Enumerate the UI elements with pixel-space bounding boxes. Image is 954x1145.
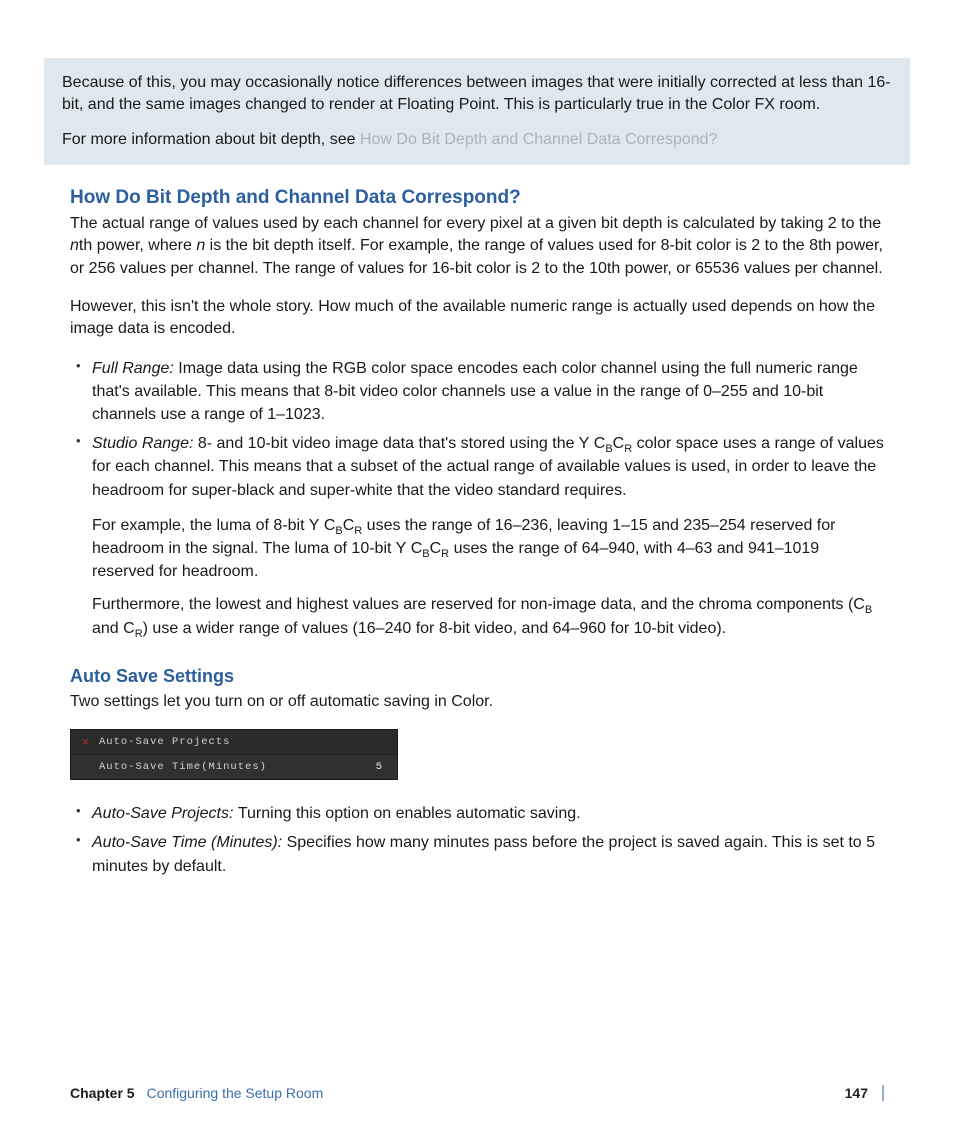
term-auto-save-projects: Auto-Save Projects: [92, 805, 238, 822]
auto-save-list: Auto-Save Projects: Turning this option … [70, 802, 884, 878]
term-auto-save-time: Auto-Save Time (Minutes): [92, 834, 287, 851]
list-item: Studio Range: 8- and 10-bit video image … [70, 432, 884, 502]
auto-save-projects-row[interactable]: ✕ Auto-Save Projects [71, 730, 397, 755]
callout-paragraph-2: For more information about bit depth, se… [62, 115, 892, 151]
body-paragraph: The actual range of values used by each … [70, 213, 884, 280]
page-content: Because of this, you may occasionally no… [0, 0, 954, 1145]
body-paragraph: However, this isn't the whole story. How… [70, 296, 884, 341]
chapter-label: Chapter 5 [70, 1085, 135, 1101]
auto-save-time-label: Auto-Save Time(Minutes) [99, 761, 343, 773]
list-item: Auto-Save Time (Minutes): Specifies how … [70, 831, 884, 877]
info-callout: Because of this, you may occasionally no… [44, 58, 910, 165]
body-paragraph: Two settings let you turn on or off auto… [70, 691, 884, 713]
auto-save-settings-panel: ✕ Auto-Save Projects Auto-Save Time(Minu… [70, 729, 398, 780]
callout-link[interactable]: How Do Bit Depth and Channel Data Corres… [360, 131, 718, 148]
auto-save-projects-label: Auto-Save Projects [99, 736, 387, 748]
sub-paragraph: For example, the luma of 8-bit Y CBCR us… [70, 514, 884, 584]
list-item: Full Range: Image data using the RGB col… [70, 357, 884, 427]
heading-auto-save: Auto Save Settings [70, 666, 884, 687]
term-studio-range: Studio Range: [92, 435, 198, 452]
callout-paragraph-1: Because of this, you may occasionally no… [62, 58, 892, 115]
sub-paragraph: Furthermore, the lowest and highest valu… [70, 593, 884, 639]
heading-bit-depth: How Do Bit Depth and Channel Data Corres… [70, 187, 884, 209]
list-item: Auto-Save Projects: Turning this option … [70, 802, 884, 825]
term-full-range: Full Range: [92, 360, 178, 377]
chapter-title: Configuring the Setup Room [147, 1085, 835, 1101]
auto-save-time-value[interactable]: 5 [343, 761, 387, 773]
checkbox-icon[interactable]: ✕ [81, 737, 91, 747]
auto-save-time-row[interactable]: Auto-Save Time(Minutes) 5 [71, 755, 397, 779]
spacer-icon [81, 762, 91, 772]
page-number: 147 [835, 1085, 868, 1101]
callout-lead-text: For more information about bit depth, se… [62, 131, 360, 148]
range-list: Full Range: Image data using the RGB col… [70, 357, 884, 502]
page-footer: Chapter 5 Configuring the Setup Room 147 [70, 1085, 884, 1101]
